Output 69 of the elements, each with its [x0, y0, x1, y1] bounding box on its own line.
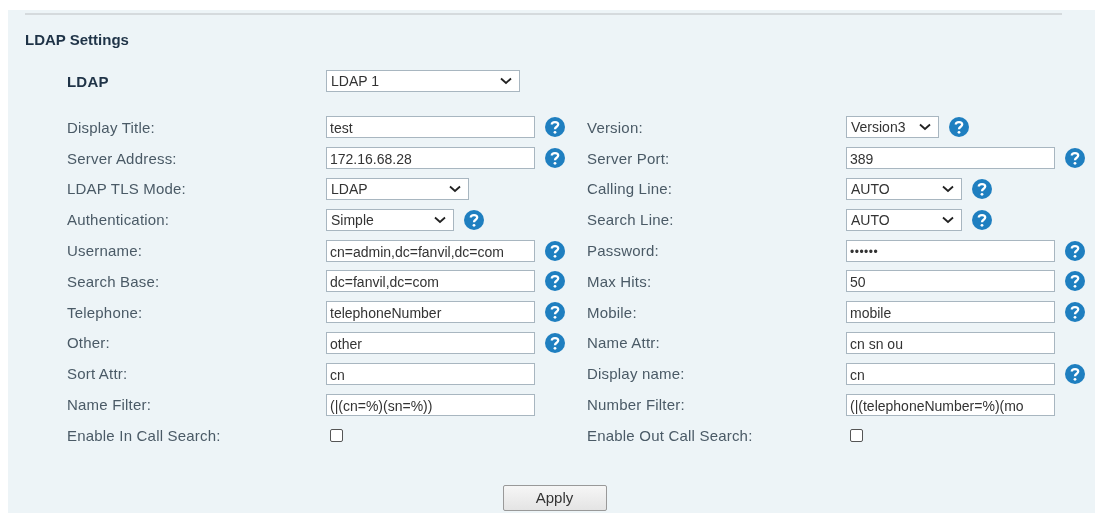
- dropdown[interactable]: Version3: [846, 116, 939, 139]
- input-field[interactable]: cn=admin,dc=fanvil,dc=com: [326, 239, 535, 262]
- field-label: LDAP TLS Mode:: [67, 180, 187, 198]
- input-field[interactable]: 172.16.68.28: [326, 147, 535, 170]
- chevron-icon: [449, 185, 461, 193]
- input-field[interactable]: cn: [326, 362, 535, 385]
- field-label: Server Address:: [67, 149, 178, 167]
- input-field[interactable]: cn sn ou: [846, 331, 1055, 354]
- help-icon[interactable]: [972, 209, 992, 230]
- field-label: Display name:: [587, 365, 686, 383]
- field-label: Other:: [67, 334, 111, 352]
- help-icon[interactable]: [949, 117, 969, 138]
- field-label: Name Attr:: [587, 334, 661, 352]
- field-label: Mobile:: [587, 303, 638, 321]
- help-icon[interactable]: [545, 271, 565, 292]
- field-label: Username:: [67, 242, 144, 260]
- field-label: Number Filter:: [587, 396, 686, 414]
- help-icon[interactable]: [545, 117, 565, 138]
- ldap-label: LDAP: [67, 72, 110, 90]
- input-field[interactable]: (|(telephoneNumber=%)(mo: [846, 393, 1055, 416]
- section-title: LDAP Settings: [24, 30, 130, 50]
- field-label: Password:: [587, 242, 660, 260]
- field-label: Telephone:: [67, 303, 144, 321]
- dropdown[interactable]: LDAP: [326, 178, 469, 200]
- input-field[interactable]: 50: [846, 270, 1055, 293]
- chevron-icon: [919, 123, 931, 132]
- input-field[interactable]: telephoneNumber: [326, 301, 535, 324]
- help-icon[interactable]: [1065, 148, 1085, 169]
- input-field[interactable]: dc=fanvil,dc=com: [326, 270, 535, 293]
- field-label: Enable Out Call Search:: [587, 426, 754, 444]
- checkbox[interactable]: [850, 428, 863, 442]
- help-icon[interactable]: [464, 209, 484, 230]
- field-label: Enable In Call Search:: [67, 426, 222, 444]
- help-icon[interactable]: [545, 302, 565, 323]
- chevron-icon: [942, 185, 954, 193]
- field-label: Sort Attr:: [67, 365, 129, 383]
- field-label: Max Hits:: [587, 272, 653, 290]
- field-label: Server Port:: [587, 149, 671, 167]
- ldap-select[interactable]: LDAP 1: [326, 70, 520, 92]
- chevron-icon: [500, 77, 512, 85]
- dropdown[interactable]: AUTO: [846, 178, 962, 200]
- input-field[interactable]: mobile: [846, 301, 1055, 324]
- dropdown[interactable]: AUTO: [846, 208, 962, 231]
- help-icon[interactable]: [1065, 363, 1085, 384]
- field-label: Version:: [587, 118, 644, 136]
- input-field[interactable]: other: [326, 331, 535, 354]
- field-label: Name Filter:: [67, 396, 153, 414]
- input-field[interactable]: ••••••: [846, 239, 1055, 262]
- help-icon[interactable]: [545, 240, 565, 261]
- input-field[interactable]: 389: [846, 147, 1055, 170]
- help-icon[interactable]: [1065, 302, 1085, 323]
- help-icon[interactable]: [545, 332, 565, 353]
- field-label: Search Base:: [67, 272, 161, 290]
- apply-button[interactable]: Apply: [502, 484, 607, 511]
- field-label: Display Title:: [67, 118, 156, 136]
- help-icon[interactable]: [1065, 240, 1085, 261]
- checkbox[interactable]: [330, 428, 343, 442]
- input-field[interactable]: test: [326, 116, 535, 139]
- help-icon[interactable]: [545, 148, 565, 169]
- input-field[interactable]: (|(cn=%)(sn=%)): [326, 393, 535, 416]
- chevron-icon: [942, 215, 954, 224]
- help-icon[interactable]: [972, 179, 992, 199]
- input-field[interactable]: cn: [846, 362, 1055, 385]
- chevron-icon: [434, 215, 446, 224]
- field-label: Authentication:: [67, 211, 171, 229]
- field-label: Calling Line:: [587, 180, 674, 198]
- dropdown[interactable]: Simple: [326, 208, 454, 231]
- field-label: Search Line:: [587, 211, 675, 229]
- help-icon[interactable]: [1065, 271, 1085, 292]
